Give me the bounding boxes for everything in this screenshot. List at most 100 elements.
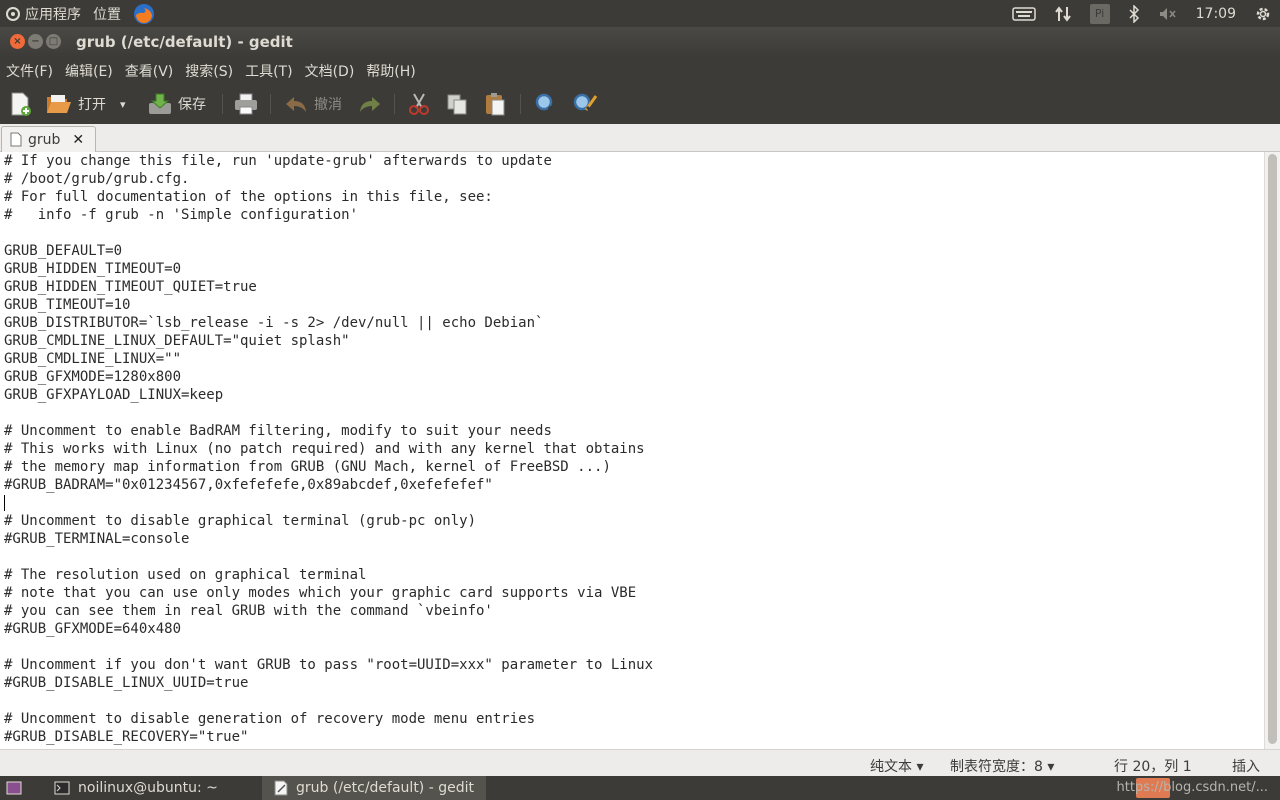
taskbar-gedit-label: grub (/etc/default) - gedit	[296, 780, 474, 796]
editor-line[interactable]: #GRUB_DISABLE_RECOVERY="true"	[4, 728, 1264, 746]
window-maximize-button[interactable]: □	[46, 34, 61, 49]
terminal-icon	[54, 781, 70, 795]
open-recent-dropdown[interactable]: ▾	[120, 90, 126, 118]
new-document-button[interactable]	[10, 90, 32, 118]
top-panel: 应用程序 位置 Pi 17:09	[0, 0, 1280, 27]
open-label: 打开	[78, 97, 106, 113]
editor-line[interactable]	[4, 548, 1264, 566]
find-button[interactable]	[534, 90, 558, 118]
editor-line[interactable]: # If you change this file, run 'update-g…	[4, 152, 1264, 170]
editor-line[interactable]: #GRUB_DISABLE_LINUX_UUID=true	[4, 674, 1264, 692]
editor-line[interactable]: #GRUB_GFXMODE=640x480	[4, 620, 1264, 638]
menu-tools[interactable]: 工具(T)	[239, 61, 298, 81]
taskbar-terminal[interactable]: noilinux@ubuntu: ~	[44, 776, 228, 800]
window-close-button[interactable]: ×	[10, 34, 25, 49]
find-replace-button[interactable]	[572, 90, 598, 118]
applications-menu[interactable]: 应用程序	[6, 4, 81, 24]
tab-width-selector[interactable]: 制表符宽度：8 ▾	[950, 756, 1054, 776]
editor-line[interactable]	[4, 494, 1264, 512]
window-title: grub (/etc/default) - gedit	[76, 33, 293, 51]
menu-edit[interactable]: 编辑(E)	[59, 61, 119, 81]
editor-line[interactable]	[4, 638, 1264, 656]
editor-line[interactable]: # you can see them in real GRUB with the…	[4, 602, 1264, 620]
new-document-icon	[10, 92, 32, 116]
language-selector[interactable]: 纯文本 ▾	[870, 756, 923, 776]
editor-line[interactable]: GRUB_GFXPAYLOAD_LINUX=keep	[4, 386, 1264, 404]
menu-search[interactable]: 搜索(S)	[179, 61, 239, 81]
bluetooth-icon[interactable]	[1128, 4, 1140, 23]
undo-button[interactable]: 撤消	[284, 90, 342, 118]
show-desktop-button[interactable]	[6, 776, 22, 800]
editor-line[interactable]	[4, 404, 1264, 422]
print-button[interactable]	[234, 90, 258, 118]
editor-line[interactable]: # Uncomment to disable generation of rec…	[4, 710, 1264, 728]
editor-line[interactable]: GRUB_HIDDEN_TIMEOUT=0	[4, 260, 1264, 278]
editor-scrollbar[interactable]	[1264, 152, 1280, 749]
taskbar-terminal-label: noilinux@ubuntu: ~	[78, 780, 218, 796]
save-download-icon	[148, 93, 172, 115]
editor-line[interactable]: GRUB_HIDDEN_TIMEOUT_QUIET=true	[4, 278, 1264, 296]
menu-view[interactable]: 查看(V)	[119, 61, 180, 81]
redo-arrow-icon	[358, 94, 382, 114]
editor-line[interactable]: # Uncomment if you don't want GRUB to pa…	[4, 656, 1264, 674]
applications-label: 应用程序	[25, 6, 81, 23]
tab-close-icon[interactable]: ✕	[72, 132, 84, 148]
chevron-down-icon: ▾	[120, 97, 126, 111]
clock[interactable]: 17:09	[1196, 6, 1236, 22]
editor-line[interactable]: # The resolution used on graphical termi…	[4, 566, 1264, 584]
editor-line[interactable]: # info -f grub -n 'Simple configuration'	[4, 206, 1264, 224]
editor-line[interactable]: #GRUB_BADRAM="0x01234567,0xfefefefe,0x89…	[4, 476, 1264, 494]
clipboard-icon	[484, 92, 506, 116]
document-tab-bar: grub ✕	[0, 124, 1280, 152]
menu-bar: 文件(F) 编辑(E) 查看(V) 搜索(S) 工具(T) 文档(D) 帮助(H…	[0, 57, 1280, 84]
places-menu[interactable]: 位置	[93, 4, 121, 24]
editor-line[interactable]: # Uncomment to disable graphical termina…	[4, 512, 1264, 530]
insert-mode-indicator: 插入	[1232, 759, 1260, 775]
editor-content[interactable]: # If you change this file, run 'update-g…	[0, 152, 1264, 746]
editor-line[interactable]: GRUB_GFXMODE=1280x800	[4, 368, 1264, 386]
editor-line[interactable]: # note that you can use only modes which…	[4, 584, 1264, 602]
redo-button[interactable]	[358, 90, 382, 118]
save-button[interactable]: 保存	[148, 90, 206, 118]
editor-line[interactable]: # /boot/grub/grub.cfg.	[4, 170, 1264, 188]
firefox-icon[interactable]	[133, 3, 155, 25]
text-file-icon	[10, 132, 22, 147]
editor-line[interactable]: GRUB_DEFAULT=0	[4, 242, 1264, 260]
toolbar-separator	[222, 94, 223, 114]
power-gear-icon[interactable]	[1254, 5, 1272, 23]
editor-line[interactable]: # the memory map information from GRUB (…	[4, 458, 1264, 476]
copy-button[interactable]	[446, 90, 468, 118]
editor-line[interactable]: #GRUB_TERMINAL=console	[4, 530, 1264, 548]
window-minimize-button[interactable]: −	[28, 34, 43, 49]
open-button[interactable]: 打开	[46, 90, 106, 118]
menu-help[interactable]: 帮助(H)	[360, 61, 421, 81]
editor-line[interactable]: GRUB_DISTRIBUTOR=`lsb_release -i -s 2> /…	[4, 314, 1264, 332]
editor-line[interactable]	[4, 692, 1264, 710]
undo-label: 撤消	[314, 97, 342, 113]
toolbar-separator	[270, 94, 271, 114]
menu-file[interactable]: 文件(F)	[0, 61, 59, 81]
text-editor[interactable]: # If you change this file, run 'update-g…	[0, 152, 1264, 749]
editor-line[interactable]: # Uncomment to enable BadRAM filtering, …	[4, 422, 1264, 440]
editor-line[interactable]: # For full documentation of the options …	[4, 188, 1264, 206]
scrollbar-thumb[interactable]	[1268, 154, 1277, 744]
menu-documents[interactable]: 文档(D)	[299, 61, 361, 81]
cursor-position: 行 20，列 1	[1114, 759, 1192, 775]
editor-line[interactable]: GRUB_CMDLINE_LINUX=""	[4, 350, 1264, 368]
open-folder-icon	[46, 93, 72, 115]
editor-line[interactable]: # This works with Linux (no patch requir…	[4, 440, 1264, 458]
input-method-indicator[interactable]: Pi	[1089, 3, 1110, 24]
undo-arrow-icon	[284, 94, 308, 114]
editor-line[interactable]	[4, 224, 1264, 242]
watermark-text: https://blog.csdn.net/...	[1116, 780, 1268, 795]
volume-muted-icon[interactable]	[1158, 6, 1178, 22]
tab-grub[interactable]: grub ✕	[1, 126, 96, 152]
editor-line[interactable]: GRUB_TIMEOUT=10	[4, 296, 1264, 314]
cut-button[interactable]	[408, 90, 430, 118]
taskbar-gedit[interactable]: grub (/etc/default) - gedit	[262, 776, 486, 800]
paste-button[interactable]	[484, 90, 506, 118]
keyboard-icon[interactable]	[1011, 6, 1036, 21]
network-arrows-icon[interactable]	[1054, 5, 1072, 23]
editor-line[interactable]: GRUB_CMDLINE_LINUX_DEFAULT="quiet splash…	[4, 332, 1264, 350]
window-titlebar[interactable]: × − □ grub (/etc/default) - gedit	[0, 27, 1280, 57]
